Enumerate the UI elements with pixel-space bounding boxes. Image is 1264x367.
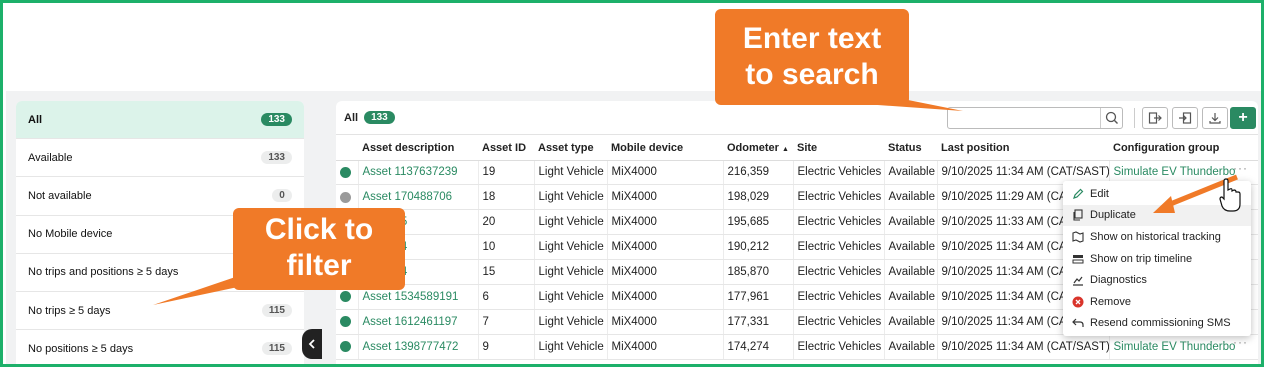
annotation-arrows (153, 99, 1241, 305)
search-callout-line-1: Enter text (742, 22, 882, 55)
search-callout: Enter text to search (715, 9, 909, 105)
row-actions-icon[interactable]: ··· (1233, 335, 1248, 349)
row-actions-icon[interactable]: ··· (1233, 161, 1248, 175)
filter-callout: Click to filter (233, 208, 405, 290)
filter-callout-line-1: Click to (264, 213, 374, 246)
filter-callout-line-2: filter (286, 249, 352, 282)
screenshot-frame: All 133 Available 133 Not available 0 No… (0, 0, 1264, 367)
search-callout-line-2: to search (745, 58, 879, 91)
context-menu-arrowhead (1153, 196, 1175, 213)
